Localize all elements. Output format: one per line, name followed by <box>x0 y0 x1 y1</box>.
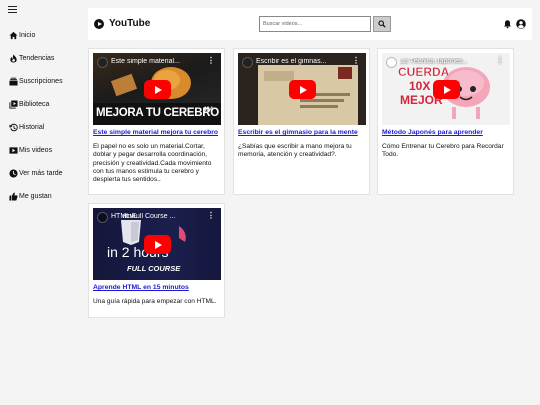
video-card: MEJORA TU CEREBRO 404 Este simple materi… <box>88 48 225 195</box>
more-options-icon[interactable]: ⋮ <box>207 57 215 65</box>
history-icon <box>8 123 18 133</box>
video-description: Una guía rápida para empezar con HTML. <box>93 298 217 305</box>
sidebar-item-label: Me gustan <box>19 193 52 200</box>
video-title-link[interactable]: Escribir es el gimnasio para la mente <box>238 129 366 136</box>
sidebar-item-label: Inicio <box>19 32 36 39</box>
video-card: CUERDA 10X MEJOR La Técnica Japones... ⋮… <box>377 48 514 195</box>
sidebar: Inicio Tendencias Suscripciones Bibliote… <box>0 0 80 405</box>
video-thumbnail[interactable]: MEJORA TU CEREBRO 404 Este simple materi… <box>93 53 221 125</box>
more-options-icon[interactable]: ⋮ <box>352 57 360 65</box>
thumbnail-title: HTML Full Course ... <box>111 213 176 220</box>
thumbnail-headline: MEJORA TU CEREBRO <box>96 107 219 119</box>
video-thumbnail[interactable]: Escribir es el gimnas... ⋮ <box>238 53 366 125</box>
video-title-link[interactable]: Aprende HTML en 15 minutos <box>93 284 221 291</box>
sidebar-item-tendencias[interactable]: Tendencias <box>0 47 80 70</box>
sidebar-item-label: Suscripciones <box>19 78 63 85</box>
menu-icon[interactable] <box>8 6 17 13</box>
subscriptions-icon <box>8 77 18 87</box>
play-circle-icon <box>94 18 104 29</box>
youtube-logo[interactable]: YouTube <box>94 18 150 29</box>
sidebar-item-me-gustan[interactable]: Me gustan <box>0 185 80 208</box>
thumbs-up-icon <box>8 192 18 202</box>
video-thumbnail[interactable]: HTML in 2 hours FULL COURSE HTML Full Co… <box>93 208 221 280</box>
bell-icon[interactable] <box>503 19 512 29</box>
sidebar-item-label: Biblioteca <box>19 101 50 108</box>
thumbnail-headline: CUERDA <box>398 65 450 79</box>
sidebar-item-label: Tendencias <box>19 55 55 62</box>
video-title-link[interactable]: Método Japonés para aprender <box>382 129 510 136</box>
more-options-icon[interactable]: ⋮ <box>496 57 504 65</box>
my-videos-icon <box>8 146 18 156</box>
video-title-link[interactable]: Este simple material mejora tu cerebro <box>93 129 221 136</box>
clock-icon <box>8 169 18 179</box>
search-button[interactable] <box>373 16 391 32</box>
library-icon <box>8 100 18 110</box>
thumbnail-title: Escribir es el gimnas... <box>256 58 327 65</box>
thumbnail-headline: 10X <box>409 79 431 93</box>
video-card: HTML in 2 hours FULL COURSE HTML Full Co… <box>88 203 225 318</box>
video-description: ¿Sabías que escribir a mano mejora tu me… <box>238 143 352 159</box>
sidebar-item-historial[interactable]: Historial <box>0 116 80 139</box>
sidebar-item-mis-videos[interactable]: Mis videos <box>0 139 80 162</box>
video-description: Cómo Entrenar tu Cerebro para Recordar T… <box>382 143 504 159</box>
sidebar-item-label: Mis videos <box>19 147 53 154</box>
sidebar-item-biblioteca[interactable]: Biblioteca <box>0 93 80 116</box>
search-icon <box>378 20 386 28</box>
fire-icon <box>8 54 18 64</box>
video-thumbnail[interactable]: CUERDA 10X MEJOR La Técnica Japones... ⋮ <box>382 53 510 125</box>
account-icon[interactable] <box>516 19 526 29</box>
play-button-icon[interactable] <box>289 80 316 99</box>
sidebar-item-label: Ver más tarde <box>19 170 63 177</box>
channel-avatar <box>386 57 397 68</box>
play-button-icon[interactable] <box>144 80 171 99</box>
app-title: YouTube <box>109 18 151 29</box>
sidebar-item-suscripciones[interactable]: Suscripciones <box>0 70 80 93</box>
channel-avatar <box>242 57 253 68</box>
sidebar-item-inicio[interactable]: Inicio <box>0 24 80 47</box>
sidebar-item-ver-mas-tarde[interactable]: Ver más tarde <box>0 162 80 185</box>
video-description: El papel no es solo un material.Cortar, … <box>93 143 212 184</box>
sidebar-nav: Inicio Tendencias Suscripciones Bibliote… <box>0 24 80 208</box>
home-icon <box>8 31 18 41</box>
play-button-icon[interactable] <box>144 235 171 254</box>
thumbnail-title: Este simple material... <box>111 58 180 65</box>
sidebar-item-label: Historial <box>19 124 45 131</box>
thumbnail-headline: FULL COURSE <box>127 264 181 273</box>
channel-avatar <box>97 57 108 68</box>
more-options-icon[interactable]: ⋮ <box>207 212 215 220</box>
top-bar: YouTube <box>88 8 532 40</box>
video-card: Escribir es el gimnas... ⋮ Escribir es e… <box>233 48 370 195</box>
channel-avatar <box>97 212 108 223</box>
thumbnail-title: La Técnica Japones... <box>400 58 469 65</box>
play-button-icon[interactable] <box>433 80 460 99</box>
thumbnail-badge: 404 <box>203 107 214 113</box>
search-input[interactable] <box>259 16 371 32</box>
